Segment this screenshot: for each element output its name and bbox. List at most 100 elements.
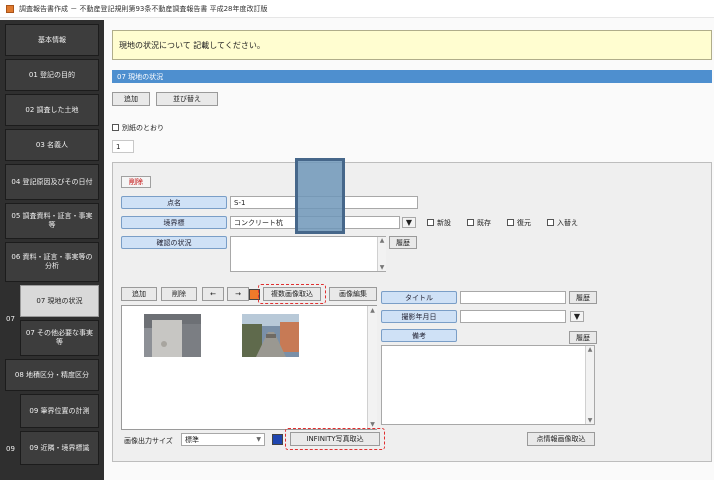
photo-add-button[interactable]: 追加 [121,287,157,301]
option-new-label: 新設 [437,219,451,227]
photo-street-image [242,314,299,357]
sidebar-item-label: 基本情報 [38,35,66,44]
note-history-button[interactable]: 履歴 [569,331,597,344]
sort-button[interactable]: 並び替え [156,92,218,106]
scroll-up-icon: ▲ [370,307,375,314]
boundary-marker-value: コンクリート杭 [234,218,283,227]
sidebar-item-basic-info[interactable]: 基本情報 [5,24,99,56]
add-section-button[interactable]: 追加 [112,92,150,106]
infinity-import-highlight [285,428,385,450]
window-title: 調査報告書作成 － 不動産登記規則第93条不動産調査報告書 平成28年度改訂版 [19,4,268,13]
confirm-status-label-text: 確認の状況 [156,238,192,247]
blue-color-swatch [272,434,283,445]
photo-note-label: 備考 [381,329,457,342]
sidebar-item-label: 01 登記の目的 [28,70,76,79]
output-size-select[interactable]: 標準 ▼ [181,433,265,446]
multi-import-highlight [258,284,326,304]
add-section-button-label: 追加 [124,95,138,103]
sidebar-item-02-land[interactable]: 02 調査した土地 [5,94,99,126]
sidebar-item-07-site-status[interactable]: 07 現地の状況 [20,285,99,317]
sidebar-item-label: 04 登記原因及びその日付 [11,177,93,186]
sidebar-item-01-purpose[interactable]: 01 登記の目的 [5,59,99,91]
confirm-history-label: 履歴 [396,238,410,247]
photo-wall-image [144,314,201,357]
section-title: 07 現地の状況 [117,72,164,81]
photo-next-button[interactable]: → [227,287,249,301]
separate-sheet-label: 別紙のとおり [122,124,164,132]
sidebar-item-09-measure[interactable]: 09 筆界位置の計測 [20,394,99,428]
sidebar-group-07-label: 07 [6,315,15,323]
sidebar-item-label: 07 その他必要な事実等 [25,329,94,346]
point-name-label-text: 点名 [167,198,181,207]
note-scrollbar[interactable]: ▲ ▼ [585,346,594,424]
app-icon [6,4,14,13]
photo-add-label: 追加 [132,290,146,298]
page-number-field[interactable]: 1 [112,140,134,153]
delete-entry-button[interactable]: 削除 [121,176,151,188]
sort-button-label: 並び替え [173,95,201,103]
photo-note-textarea[interactable] [381,345,595,425]
delete-entry-label: 削除 [129,178,143,186]
point-name-value: S-1 [234,198,246,207]
scroll-up-icon: ▲ [379,237,385,244]
instruction-text: 現地の状況について 記載してください。 [119,40,265,50]
boundary-dropdown-button[interactable]: ▼ [402,217,416,228]
photo-date-field[interactable] [460,310,566,323]
title-bar: 調査報告書作成 － 不動産登記規則第93条不動産調査報告書 平成28年度改訂版 [0,0,714,18]
photo-title-field[interactable] [460,291,566,304]
sidebar-item-06-analysis[interactable]: 06 資料・証言・事実等の分析 [5,242,99,282]
sidebar-item-label: 06 資料・証言・事実等の分析 [11,253,93,270]
chevron-down-icon: ▼ [573,312,581,321]
photo-thumbnail[interactable] [144,314,201,357]
arrow-left-icon: ← [210,290,216,298]
option-restore-checkbox[interactable] [507,219,514,226]
sidebar-item-09-neighbors[interactable]: 09 近隣・境界標識 [20,431,99,465]
point-info-image-import-button[interactable]: 点情報画像取込 [527,432,595,446]
sidebar-item-label: 08 地積区分・精度区分 [14,370,90,379]
option-replace-label: 入替え [557,219,578,227]
sidebar-item-05-materials[interactable]: 05 調査資料・証言・事実等 [5,203,99,239]
image-edit-button[interactable]: 画像編集 [329,287,377,301]
section-header: 07 現地の状況 [112,70,712,83]
photo-title-label: タイトル [381,291,457,304]
chevron-down-icon: ▼ [405,218,413,227]
option-existing-checkbox[interactable] [467,219,474,226]
date-dropdown-button[interactable]: ▼ [570,311,584,322]
boundary-marker-label-text: 境界標 [163,218,185,227]
sidebar-group-09-label: 09 [6,445,15,453]
photo-delete-label: 削除 [172,290,186,298]
option-replace-checkbox[interactable] [547,219,554,226]
sidebar-item-04-cause[interactable]: 04 登記原因及びその日付 [5,164,99,200]
photo-list: ▲ ▼ [121,305,377,430]
sidebar-item-label: 09 近隣・境界標識 [29,443,90,452]
option-new-checkbox[interactable] [427,219,434,226]
title-history-button[interactable]: 履歴 [569,291,597,304]
confirm-history-button[interactable]: 履歴 [389,236,417,249]
photo-note-label-text: 備考 [412,331,426,340]
scroll-down-icon: ▼ [370,421,375,428]
point-info-image-import-label: 点情報画像取込 [536,435,586,443]
photo-date-label-text: 撮影年月日 [401,312,437,321]
photo-list-scrollbar[interactable]: ▲ ▼ [367,306,377,429]
confirm-status-textarea[interactable] [230,236,386,272]
annotation-overlay-square [295,158,345,234]
app-window: 調査報告書作成 － 不動産登記規則第93条不動産調査報告書 平成28年度改訂版 … [0,0,714,480]
confirm-status-scrollbar[interactable]: ▲ ▼ [377,237,386,271]
sidebar-item-label: 03 名義人 [35,140,69,149]
photo-thumbnail[interactable] [242,314,299,357]
sidebar-item-03-holder[interactable]: 03 名義人 [5,129,99,161]
sidebar-item-08-area[interactable]: 08 地積区分・精度区分 [5,359,99,391]
instruction-banner: 現地の状況について 記載してください。 [112,30,712,60]
separate-sheet-checkbox[interactable] [112,124,119,131]
photo-date-label: 撮影年月日 [381,310,457,323]
boundary-marker-label: 境界標 [121,216,227,229]
sidebar: 基本情報 01 登記の目的 02 調査した土地 03 名義人 04 登記原因及び… [0,20,104,480]
note-history-label: 履歴 [576,333,590,342]
option-restore-label: 復元 [517,219,531,227]
photo-delete-button[interactable]: 削除 [161,287,197,301]
photo-prev-button[interactable]: ← [202,287,224,301]
scroll-up-icon: ▲ [587,346,593,353]
sidebar-item-label: 05 調査資料・証言・事実等 [11,212,93,229]
option-existing-label: 既存 [477,219,491,227]
sidebar-item-07-other-facts[interactable]: 07 その他必要な事実等 [20,320,99,356]
